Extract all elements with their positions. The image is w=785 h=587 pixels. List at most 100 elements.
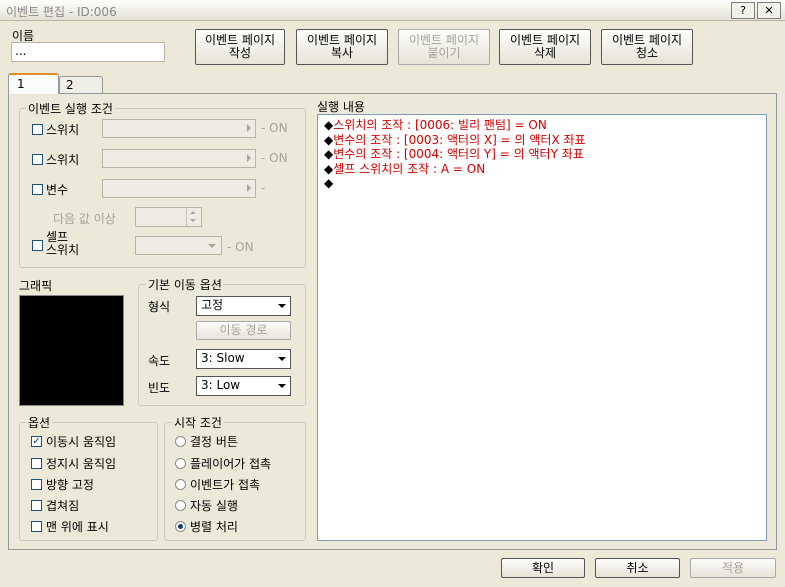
option-label-3: 겹쳐짐 (46, 499, 80, 513)
window-title: 이벤트 편집 - ID:006 (6, 5, 117, 19)
chevron-right-icon (247, 184, 251, 192)
command-line[interactable]: ◆ (324, 176, 333, 190)
copy-page-button[interactable]: 이벤트 페이지 복사 (296, 29, 388, 65)
help-button[interactable]: ? (731, 2, 755, 19)
move-type-value: 고정 (201, 298, 224, 312)
chevron-down-icon (208, 244, 216, 248)
option-checkbox-2[interactable] (31, 479, 42, 490)
self-switch-label: 셀프 스위치 (46, 231, 79, 257)
ok-button[interactable]: 확인 (501, 558, 585, 578)
switch2-label: 스위치 (46, 153, 80, 167)
move-freq-value: 3: Low (201, 378, 241, 392)
delete-page-label-2: 삭제 (533, 46, 557, 60)
apply-button[interactable]: 적용 (690, 558, 776, 578)
option-label-1: 정지시 움직임 (46, 457, 117, 471)
variable-label: 변수 (46, 183, 69, 197)
variable-min-spinner[interactable] (135, 207, 202, 227)
chevron-down-icon (278, 384, 286, 388)
tab-1-label: 1 (17, 77, 25, 91)
trigger-radio-4[interactable] (175, 521, 186, 532)
move-speed-value: 3: Slow (201, 351, 245, 365)
movement-title: 기본 이동 옵션 (146, 276, 224, 293)
contents-title: 실행 내용 (317, 100, 365, 114)
trigger-label-4: 병렬 처리 (190, 520, 238, 534)
switch2-select[interactable] (102, 149, 256, 168)
move-speed-label: 속도 (148, 354, 171, 368)
cancel-button[interactable]: 취소 (595, 558, 680, 578)
option-checkbox-0[interactable] (31, 436, 42, 447)
close-button[interactable]: ✕ (757, 2, 781, 19)
option-checkbox-4[interactable] (31, 521, 42, 532)
trigger-label-3: 자동 실행 (190, 499, 238, 513)
switch2-suffix: - ON (261, 151, 288, 165)
command-line[interactable]: ◆변수의 조작 : [0004: 액터의 Y] = 의 액터Y 좌표 (324, 147, 584, 161)
command-text: 셀프 스위치의 조작 : A = ON (333, 161, 486, 176)
move-freq-select[interactable]: 3: Low (196, 376, 291, 396)
tab-2-label: 2 (66, 78, 74, 92)
variable-min-label: 다음 값 이상 (53, 212, 116, 226)
diamond-bullet-icon: ◆ (324, 176, 334, 190)
chevron-right-icon (247, 154, 251, 162)
option-checkbox-3[interactable] (31, 500, 42, 511)
command-line[interactable]: ◆셀프 스위치의 조작 : A = ON (324, 162, 485, 176)
command-line[interactable]: ◆스위치의 조작 : [0006: 빌리 팬텀] = ON (324, 118, 547, 132)
self-switch-label-2: 스위치 (46, 243, 80, 257)
command-text: 변수의 조작 : [0004: 액터의 Y] = 의 액터Y 좌표 (333, 147, 584, 161)
chevron-down-icon (278, 357, 286, 361)
trigger-title: 시작 조건 (172, 414, 224, 431)
delete-page-button[interactable]: 이벤트 페이지 삭제 (499, 29, 591, 65)
title-bar: 이벤트 편집 - ID:006 ? ✕ (0, 0, 785, 21)
move-speed-select[interactable]: 3: Slow (196, 349, 291, 369)
tab-2[interactable]: 2 (59, 76, 103, 93)
switch1-label: 스위치 (46, 123, 80, 137)
self-switch-suffix: - ON (227, 240, 254, 254)
contents-list[interactable]: ◆스위치의 조작 : [0006: 빌리 팬텀] = ON ◆변수의 조작 : [… (317, 114, 767, 541)
switch1-select[interactable] (102, 119, 256, 138)
diamond-bullet-icon: ◆ (324, 118, 334, 132)
graphic-title: 그래픽 (19, 279, 53, 293)
move-type-select[interactable]: 고정 (196, 296, 291, 316)
trigger-label-2: 이벤트가 접촉 (190, 478, 261, 492)
diamond-bullet-icon: ◆ (324, 161, 334, 176)
switch2-checkbox[interactable] (32, 154, 43, 165)
copy-page-label-2: 복사 (330, 46, 354, 60)
clear-page-button[interactable]: 이벤트 페이지 청소 (601, 29, 693, 65)
conditions-title: 이벤트 실행 조건 (26, 100, 115, 117)
self-switch-select[interactable] (135, 236, 222, 255)
trigger-radio-3[interactable] (175, 500, 186, 511)
clear-page-label-2: 청소 (635, 46, 659, 60)
diamond-bullet-icon: ◆ (324, 147, 334, 161)
option-label-0: 이동시 움직임 (46, 435, 117, 449)
options-title: 옵션 (26, 414, 53, 431)
switch1-checkbox[interactable] (32, 124, 43, 135)
paste-page-label-2: 붙이기 (427, 46, 461, 60)
diamond-bullet-icon: ◆ (324, 132, 334, 147)
move-route-button[interactable]: 이동 경로 (196, 321, 291, 340)
tab-1[interactable]: 1 (8, 73, 59, 94)
chevron-right-icon (247, 124, 251, 132)
switch1-suffix: - ON (261, 121, 288, 135)
variable-select[interactable] (102, 179, 256, 198)
create-page-label-2: 작성 (228, 46, 252, 60)
trigger-radio-2[interactable] (175, 479, 186, 490)
name-input[interactable]: ... (11, 42, 165, 62)
command-line[interactable]: ◆변수의 조작 : [0003: 액터의 X] = 의 액터X 좌표 (324, 133, 586, 147)
trigger-radio-0[interactable] (175, 436, 186, 447)
trigger-label-0: 결정 버튼 (190, 435, 238, 449)
command-text: 스위치의 조작 : [0006: 빌리 팬텀] = ON (333, 118, 547, 132)
option-label-4: 맨 위에 표시 (46, 520, 109, 534)
paste-page-button[interactable]: 이벤트 페이지 붙이기 (398, 29, 490, 65)
move-freq-label: 빈도 (148, 381, 171, 395)
trigger-label-1: 플레이어가 접촉 (190, 457, 272, 471)
move-type-label: 형식 (148, 300, 171, 314)
spinner-arrows-icon (186, 208, 201, 226)
chevron-down-icon (278, 304, 286, 308)
graphic-preview[interactable] (19, 295, 124, 406)
command-text: 변수의 조작 : [0003: 액터의 X] = 의 액터X 좌표 (333, 132, 586, 147)
self-switch-checkbox[interactable] (32, 240, 43, 251)
trigger-radio-1[interactable] (175, 458, 186, 469)
option-checkbox-1[interactable] (31, 458, 42, 469)
create-page-button[interactable]: 이벤트 페이지 작성 (195, 29, 285, 65)
variable-suffix: - (261, 181, 266, 195)
variable-checkbox[interactable] (32, 184, 43, 195)
